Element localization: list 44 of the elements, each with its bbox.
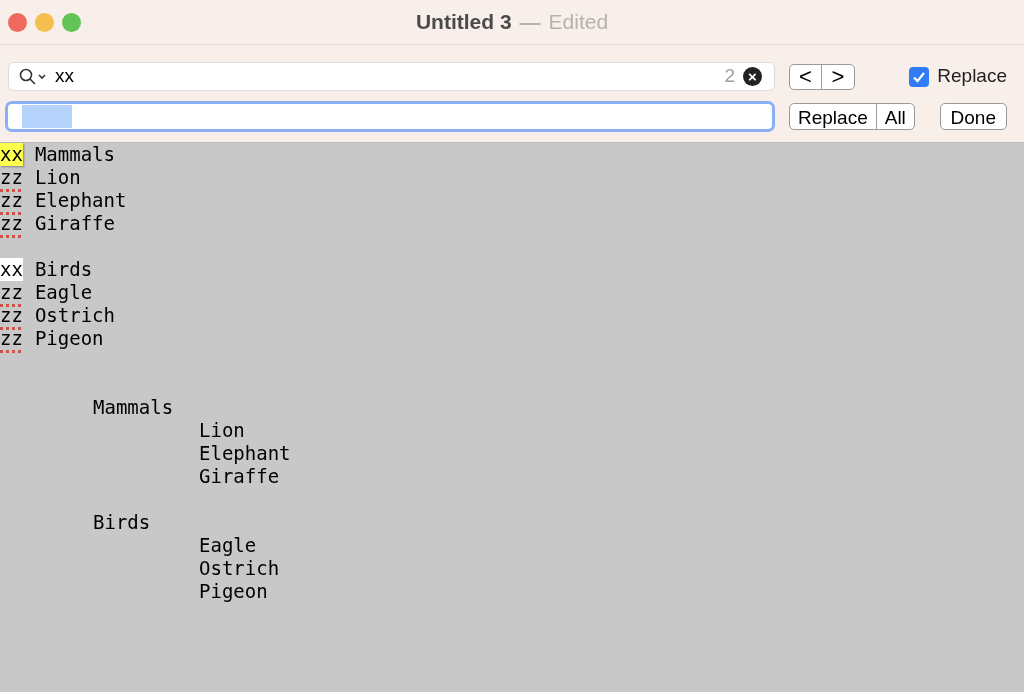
replace-field[interactable]	[5, 101, 775, 132]
search-query: xx	[55, 64, 75, 89]
marker-text: zz	[0, 327, 23, 350]
line-text: Eagle	[34, 281, 93, 304]
minimize-icon[interactable]	[35, 12, 54, 32]
outline-item: Pigeon	[198, 580, 269, 603]
marker-text: zz	[0, 281, 23, 304]
marker-text: zz	[0, 304, 23, 327]
marker-text: zz	[0, 212, 23, 235]
window-title: Untitled 3	[415, 9, 512, 36]
previous-button[interactable]: <	[790, 64, 822, 89]
marker-text: xx	[0, 143, 23, 166]
outline-heading: Birds	[92, 511, 152, 534]
search-icon[interactable]	[19, 67, 47, 86]
marker-text: xx	[0, 258, 23, 281]
marker-text: zz	[0, 166, 23, 189]
line-text: Pigeon	[34, 327, 104, 350]
outline-item: Elephant	[198, 442, 292, 465]
selection-highlight	[22, 105, 72, 128]
done-button[interactable]: Done	[939, 103, 1007, 130]
clear-button[interactable]: ×	[743, 67, 762, 86]
marker-text: zz	[0, 189, 23, 212]
outline-item: Eagle	[198, 534, 258, 557]
line-text: Lion	[34, 166, 81, 189]
line-text: Birds	[34, 258, 93, 281]
document-status: Edited	[548, 9, 609, 36]
outline-item: Ostrich	[198, 557, 281, 580]
line-text: Elephant	[34, 189, 127, 212]
outline-item: Giraffe	[198, 465, 281, 488]
replace-label: Replace	[937, 64, 1007, 89]
search-field[interactable]: xx 2 ×	[8, 62, 775, 91]
next-button[interactable]: >	[822, 64, 854, 89]
match-count: 2	[724, 64, 735, 89]
replace-checkbox[interactable]	[909, 66, 930, 87]
outline-item: Lion	[198, 419, 246, 442]
replace-button[interactable]: Replace	[790, 104, 876, 129]
title-separator: —	[519, 9, 541, 36]
close-icon[interactable]	[8, 12, 27, 32]
zoom-icon[interactable]	[62, 12, 81, 32]
replace-all-button[interactable]: All	[875, 104, 914, 129]
line-text: Giraffe	[34, 212, 115, 235]
outline-heading: Mammals	[92, 396, 175, 419]
line-text: Ostrich	[34, 304, 115, 327]
line-text: Mammals	[34, 143, 115, 166]
